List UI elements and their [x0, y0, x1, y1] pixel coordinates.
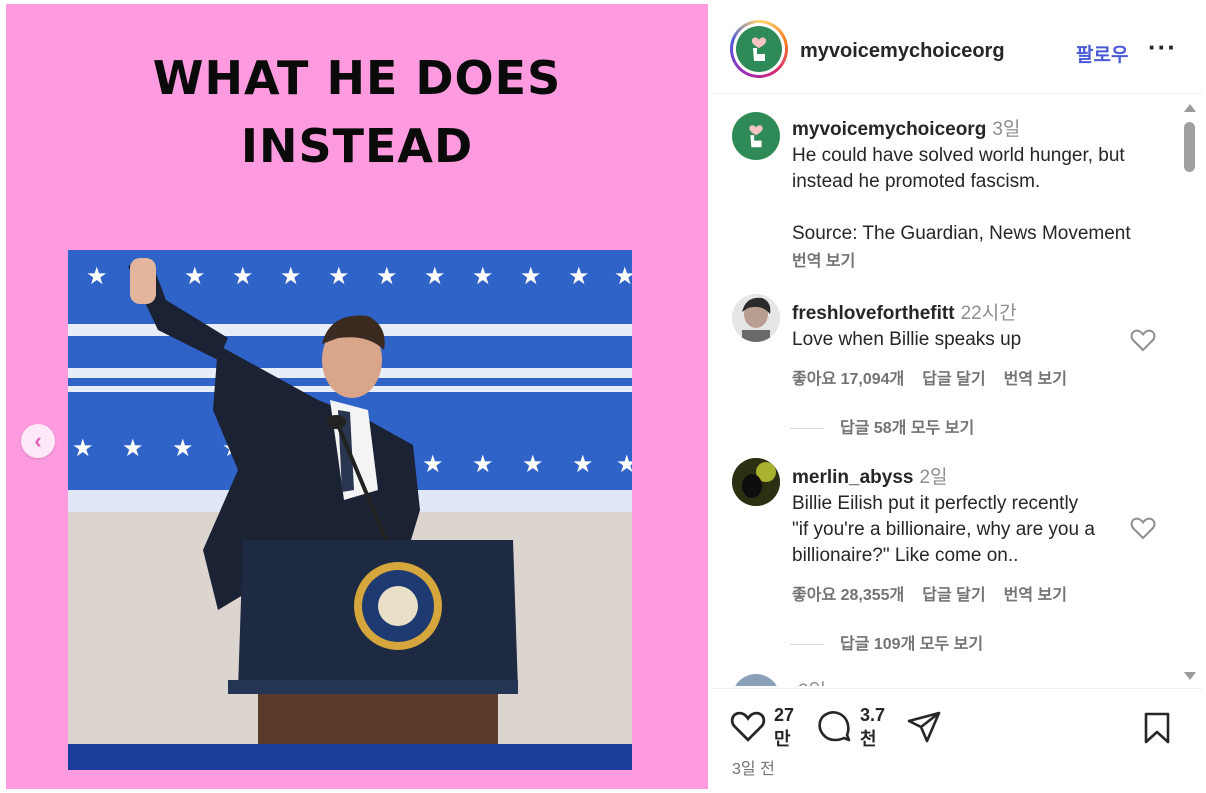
svg-text:★: ★: [232, 262, 254, 290]
comments-scroll-area[interactable]: myvoicemychoiceorg 3일 He could have solve…: [712, 96, 1202, 686]
comment-time: 3일: [798, 681, 826, 686]
comment-icon[interactable]: [816, 709, 852, 745]
previous-slide-button[interactable]: ‹: [21, 424, 55, 458]
svg-text:★: ★: [472, 450, 494, 478]
media-title-line2: INSTEAD: [240, 119, 474, 173]
svg-text:★: ★: [172, 434, 194, 462]
commenter-avatar[interactable]: [732, 458, 780, 506]
comment-translate-link[interactable]: 번역 보기: [1004, 371, 1067, 388]
divider-line: [790, 644, 824, 646]
comment: merlin_abyss 2일 Billie Eilish put it perf…: [792, 462, 1095, 605]
comment-reply-button[interactable]: 답글 달기: [922, 371, 985, 388]
comment-meta: 좋아요 17,094개 답글 달기 번역 보기: [792, 365, 1085, 389]
comment-text-line: billionaire?" Like come on..: [792, 545, 1019, 566]
bookmark-icon[interactable]: [1142, 711, 1172, 745]
media-title: WHAT HE DOES INSTEAD: [6, 44, 708, 180]
heart-icon[interactable]: [730, 709, 766, 743]
view-replies-button[interactable]: 답글 109개 모두 보기: [790, 630, 983, 654]
follow-button[interactable]: 팔로우: [1076, 40, 1128, 67]
comment: freshloveforthefitt 22시간 Love when Billie…: [792, 298, 1085, 389]
svg-text:★: ★: [572, 450, 594, 478]
view-replies-label: 답글 109개 모두 보기: [840, 636, 984, 653]
posted-time: 3일 전: [732, 761, 775, 778]
view-replies-label: 답글 58개 모두 보기: [840, 420, 975, 437]
hand-heart-logo-icon: [736, 26, 782, 72]
caption-translate-link[interactable]: 번역 보기: [792, 247, 1131, 271]
like-count: 27 만: [774, 703, 794, 751]
comment-likes[interactable]: 좋아요 17,094개: [792, 371, 904, 388]
post-header: myvoicemychoiceorg 팔로우 ···: [712, 6, 1202, 94]
scrollbar-thumb[interactable]: [1184, 122, 1195, 172]
svg-text:★: ★: [522, 450, 544, 478]
comment-username[interactable]: freshloveforthefitt: [792, 303, 955, 324]
caption-source: Source: The Guardian, News Movement: [792, 223, 1131, 244]
hand-heart-logo-icon: [749, 125, 763, 148]
author-avatar[interactable]: [730, 20, 788, 78]
like-count-number: 27: [774, 705, 795, 725]
more-options-button[interactable]: ···: [1148, 32, 1177, 63]
svg-text:★: ★: [422, 450, 444, 478]
post-photo: ★★★ ★★★ ★★★ ★★★ ★★★ ★★★ ★★★: [68, 250, 632, 770]
svg-text:★: ★: [568, 262, 590, 290]
comment-text: Love when Billie speaks up: [792, 329, 1022, 350]
caption-line1: He could have solved world hunger, but: [792, 145, 1125, 166]
chevron-left-icon: ‹: [34, 428, 42, 453]
svg-text:★: ★: [328, 262, 350, 290]
comment-meta: 좋아요 28,355개 답글 달기 번역 보기: [792, 581, 1095, 605]
svg-text:★: ★: [424, 262, 446, 290]
scroll-up-arrow-icon[interactable]: [1184, 104, 1196, 112]
comment-count-number: 3.7: [860, 705, 886, 725]
comment-time: 22시간: [960, 303, 1017, 324]
comment-text-line: Billie Eilish put it perfectly recently: [792, 493, 1079, 514]
comment-count-unit: 천: [860, 729, 877, 749]
svg-text:★: ★: [472, 262, 494, 290]
like-count-unit: 만: [774, 729, 791, 749]
event-photo-illustration: ★★★ ★★★ ★★★ ★★★ ★★★ ★★★ ★★★: [68, 250, 632, 770]
post-actions: 27 만 3.7 천 3일 전: [712, 688, 1202, 793]
svg-text:★: ★: [86, 262, 108, 290]
commenter-avatar[interactable]: [732, 674, 780, 686]
comment-likes[interactable]: 좋아요 28,355개: [792, 587, 904, 604]
post-side-panel: myvoicemychoiceorg 팔로우 ··· myvoicemychoi…: [712, 0, 1206, 793]
caption: myvoicemychoiceorg 3일 He could have solve…: [792, 114, 1131, 271]
comment-count: 3.7 천: [860, 703, 885, 751]
comment-reply-button[interactable]: 답글 달기: [922, 587, 985, 604]
svg-text:★: ★: [280, 262, 302, 290]
comment-username[interactable]: merlin_abyss: [792, 467, 913, 488]
svg-text:★: ★: [184, 262, 206, 290]
caption-line2: instead he promoted fascism.: [792, 171, 1041, 192]
divider-line: [790, 428, 824, 430]
heart-icon[interactable]: [1130, 328, 1156, 352]
caption-username[interactable]: myvoicemychoiceorg: [792, 119, 986, 140]
send-icon[interactable]: [906, 709, 942, 745]
post-media: WHAT HE DOES INSTEAD ★ ★ ★ ★ ★ ★ ★ ★ ★ ★ ★ ★ ★ ★ ★…: [6, 4, 708, 789]
view-replies-button[interactable]: 답글 58개 모두 보기: [790, 414, 974, 438]
heart-icon[interactable]: [1130, 516, 1156, 540]
comment-time: 2일: [919, 467, 948, 488]
media-title-line1: WHAT HE DOES: [152, 51, 562, 105]
caption-time: 3일: [992, 119, 1021, 140]
author-username[interactable]: myvoicemychoiceorg: [800, 40, 1005, 63]
svg-text:★: ★: [616, 450, 632, 478]
commenter-avatar[interactable]: [732, 294, 780, 342]
scroll-down-arrow-icon[interactable]: [1184, 672, 1196, 680]
comments-scrollbar[interactable]: [1182, 100, 1198, 684]
comment-text-line: "if you're a billionaire, why are you a: [792, 519, 1095, 540]
caption-avatar[interactable]: [732, 112, 780, 160]
svg-text:★: ★: [122, 434, 144, 462]
svg-text:★: ★: [520, 262, 542, 290]
comment: 3일: [792, 676, 826, 686]
comment-translate-link[interactable]: 번역 보기: [1004, 587, 1067, 604]
svg-text:★: ★: [72, 434, 94, 462]
svg-text:★: ★: [376, 262, 398, 290]
svg-text:★: ★: [614, 262, 632, 290]
